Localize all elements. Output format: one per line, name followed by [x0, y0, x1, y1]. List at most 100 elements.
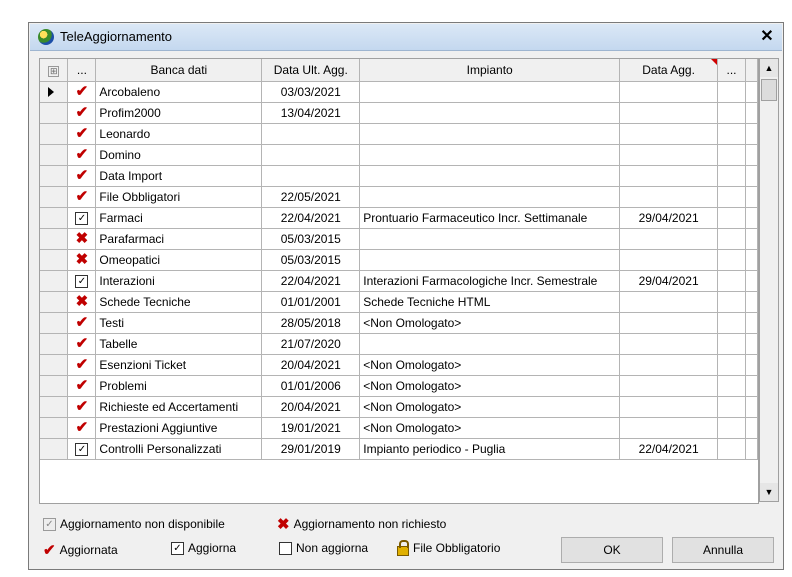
data-agg-cell[interactable] [619, 165, 719, 187]
extra-cell[interactable] [717, 186, 746, 208]
row-indicator[interactable] [40, 186, 69, 208]
databases-grid[interactable]: ⊞ ... Banca dati Data Ult. Agg. Impianto… [39, 58, 759, 504]
status-cell[interactable]: ✔ [67, 396, 97, 418]
extra-cell[interactable] [717, 333, 746, 355]
data-agg-cell[interactable] [619, 291, 719, 313]
data-ult-agg-cell[interactable]: 01/01/2006 [261, 375, 361, 397]
row-indicator[interactable] [40, 102, 69, 124]
impianto-cell[interactable]: Schede Tecniche HTML [359, 291, 621, 313]
table-row[interactable]: ✔ Leonardo [40, 123, 758, 145]
data-agg-cell[interactable] [619, 228, 719, 250]
impianto-cell[interactable]: Impianto periodico - Puglia [359, 438, 621, 460]
data-agg-cell[interactable]: 29/04/2021 [619, 270, 719, 292]
status-cell[interactable]: ✖ [67, 228, 97, 250]
banca-dati-cell[interactable]: Testi [95, 312, 263, 334]
status-cell[interactable]: ✔ [67, 375, 97, 397]
data-agg-cell[interactable] [619, 186, 719, 208]
data-ult-agg-cell[interactable]: 05/03/2015 [261, 228, 361, 250]
banca-dati-cell[interactable]: Data Import [95, 165, 263, 187]
impianto-cell[interactable]: <Non Omologato> [359, 417, 621, 439]
banca-dati-cell[interactable]: Prestazioni Aggiuntive [95, 417, 263, 439]
status-cell[interactable]: ✔ [67, 333, 97, 355]
status-cell[interactable]: ✔ [67, 186, 97, 208]
data-ult-agg-cell[interactable]: 22/04/2021 [261, 207, 361, 229]
table-row[interactable]: ✔ Richieste ed Accertamenti 20/04/2021 <Non… [40, 396, 758, 418]
impianto-cell[interactable]: Interazioni Farmacologiche Incr. Semestr… [359, 270, 621, 292]
data-ult-agg-cell[interactable]: 20/04/2021 [261, 396, 361, 418]
extra-cell[interactable] [717, 270, 746, 292]
extra-cell[interactable] [717, 291, 746, 313]
impianto-cell[interactable] [359, 249, 621, 271]
data-ult-agg-cell[interactable]: 13/04/2021 [261, 102, 361, 124]
row-indicator[interactable] [40, 312, 69, 334]
row-indicator[interactable] [40, 417, 69, 439]
row-indicator[interactable] [40, 165, 69, 187]
data-agg-cell[interactable] [619, 312, 719, 334]
data-agg-cell[interactable] [619, 417, 719, 439]
banca-dati-cell[interactable]: Esenzioni Ticket [95, 354, 263, 376]
data-agg-cell[interactable] [619, 333, 719, 355]
extra-cell[interactable] [717, 375, 746, 397]
row-indicator[interactable] [40, 291, 69, 313]
banca-dati-cell[interactable]: Parafarmaci [95, 228, 263, 250]
banca-dati-header[interactable]: Banca dati [95, 59, 263, 82]
table-row[interactable]: ✖ Omeopatici 05/03/2015 [40, 249, 758, 271]
data-ult-agg-cell[interactable]: 21/07/2020 [261, 333, 361, 355]
row-indicator[interactable] [40, 228, 69, 250]
status-cell[interactable]: ✖ [67, 291, 97, 313]
data-ult-agg-cell[interactable]: 19/01/2021 [261, 417, 361, 439]
status-cell[interactable]: ✖ [67, 249, 97, 271]
impianto-cell[interactable] [359, 123, 621, 145]
data-agg-cell[interactable] [619, 396, 719, 418]
data-agg-cell[interactable] [619, 249, 719, 271]
banca-dati-cell[interactable]: Interazioni [95, 270, 263, 292]
data-agg-cell[interactable] [619, 144, 719, 166]
cancel-button[interactable]: Annulla [672, 537, 774, 563]
extra-cell[interactable] [717, 396, 746, 418]
table-row[interactable]: ✖ Schede Tecniche 01/01/2001 Schede Tecnich… [40, 291, 758, 313]
extra-cell[interactable] [717, 207, 746, 229]
extra-cell[interactable] [717, 165, 746, 187]
table-row[interactable]: ✔ Profim2000 13/04/2021 [40, 102, 758, 124]
banca-dati-cell[interactable]: Schede Tecniche [95, 291, 263, 313]
banca-dati-cell[interactable]: Tabelle [95, 333, 263, 355]
expand-header[interactable]: ⊞ [40, 59, 69, 82]
data-ult-agg-cell[interactable]: 29/01/2019 [261, 438, 361, 460]
table-row[interactable]: ✓ Interazioni 22/04/2021 Interazioni Farmac… [40, 270, 758, 292]
data-ult-agg-cell[interactable]: 03/03/2021 [261, 81, 361, 103]
ok-button[interactable]: OK [561, 537, 663, 563]
status-cell[interactable]: ✔ [67, 165, 97, 187]
impianto-cell[interactable] [359, 186, 621, 208]
data-ult-agg-cell[interactable]: 28/05/2018 [261, 312, 361, 334]
table-row[interactable]: ✓ Farmaci 22/04/2021 Prontuario Farmaceutic… [40, 207, 758, 229]
extra-cell[interactable] [717, 417, 746, 439]
extra-cell[interactable] [717, 312, 746, 334]
close-button[interactable]: ✕ [758, 28, 776, 46]
data-agg-cell[interactable] [619, 354, 719, 376]
table-row[interactable]: ✔ Data Import [40, 165, 758, 187]
data-ult-agg-cell[interactable]: 22/05/2021 [261, 186, 361, 208]
status-cell[interactable]: ✔ [67, 81, 97, 103]
row-indicator[interactable] [40, 396, 69, 418]
row-indicator[interactable] [40, 123, 69, 145]
status-cell[interactable]: ✔ [67, 123, 97, 145]
banca-dati-cell[interactable]: Leonardo [95, 123, 263, 145]
banca-dati-cell[interactable]: Farmaci [95, 207, 263, 229]
data-ult-agg-cell[interactable]: 01/01/2001 [261, 291, 361, 313]
impianto-header[interactable]: Impianto [359, 59, 621, 82]
table-row[interactable]: ✔ Tabelle 21/07/2020 [40, 333, 758, 355]
extra-cell[interactable] [717, 144, 746, 166]
status-cell[interactable]: ✔ [67, 417, 97, 439]
table-row[interactable]: ✔ Prestazioni Aggiuntive 19/01/2021 <Non Om… [40, 417, 758, 439]
status-cell[interactable]: ✔ [67, 144, 97, 166]
extra-cell[interactable] [717, 228, 746, 250]
data-ult-agg-cell[interactable] [261, 165, 361, 187]
extra-cell[interactable] [717, 249, 746, 271]
impianto-cell[interactable] [359, 81, 621, 103]
table-row[interactable]: ✔ Testi 28/05/2018 <Non Omologato> [40, 312, 758, 334]
row-indicator[interactable] [40, 438, 69, 460]
impianto-cell[interactable]: <Non Omologato> [359, 312, 621, 334]
data-agg-cell[interactable]: 22/04/2021 [619, 438, 719, 460]
banca-dati-cell[interactable]: Omeopatici [95, 249, 263, 271]
data-agg-cell[interactable] [619, 375, 719, 397]
